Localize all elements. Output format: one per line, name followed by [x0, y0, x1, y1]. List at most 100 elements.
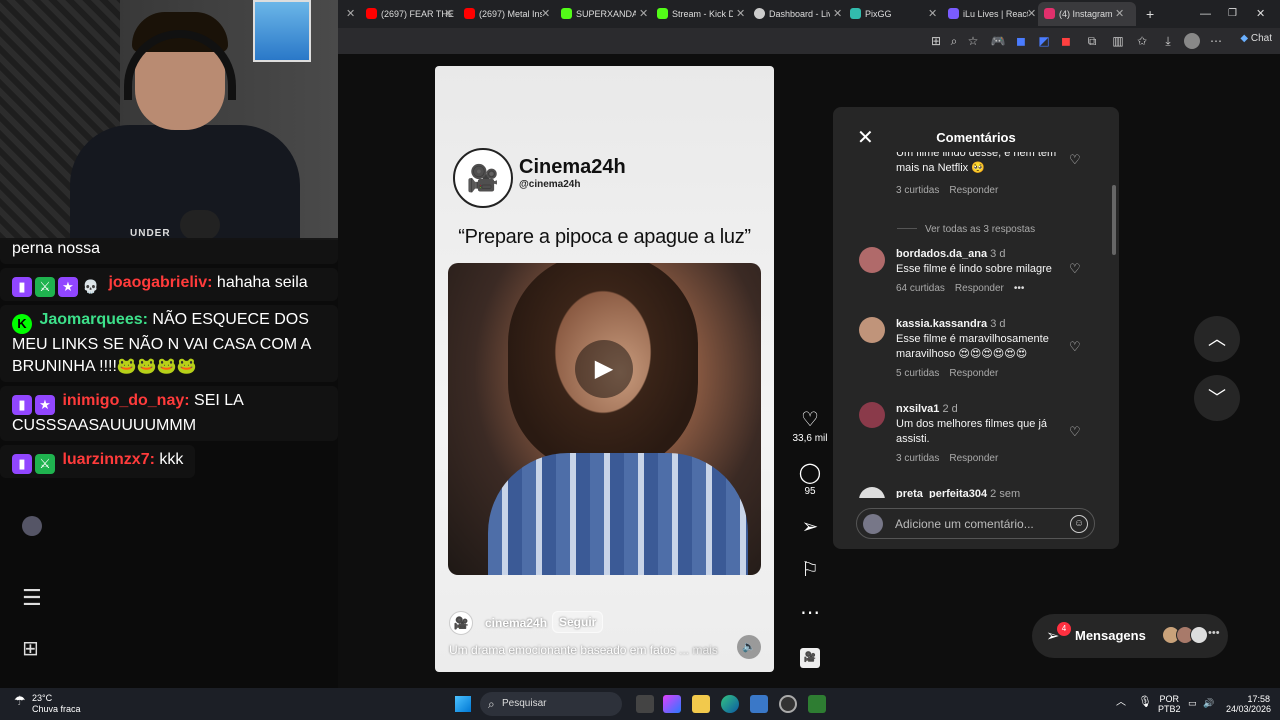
reel-video[interactable]: ▶	[448, 263, 761, 575]
more-options-button[interactable]: ⋯	[797, 602, 823, 624]
tab-close-icon[interactable]: ✕	[444, 4, 453, 24]
zoom-icon[interactable]: ⌕	[946, 33, 962, 49]
reel-card[interactable]: 🎥 Cinema24h @cinema24h “Prepare a pipoca…	[435, 66, 774, 672]
tab-close-icon[interactable]: ✕	[1027, 4, 1036, 24]
microphone-icon[interactable]: 🎙	[1138, 697, 1152, 708]
keyboard-layout: PTB2	[1158, 704, 1181, 714]
tab-close-icon[interactable]: ✕	[928, 4, 937, 24]
emoji-icon[interactable]: ☺	[1070, 515, 1088, 533]
tab-close-icon[interactable]: ✕	[346, 4, 358, 24]
obs-icon[interactable]	[779, 695, 797, 713]
extension-translate-icon[interactable]: ◩	[1036, 33, 1052, 49]
tab-kick-stream[interactable]: Stream - Kick Da	[657, 4, 733, 24]
favorites-icon[interactable]: ✩	[1134, 33, 1150, 49]
download-icon[interactable]: ⤓	[1160, 33, 1176, 49]
comment-avatar[interactable]	[859, 402, 885, 428]
caption-more-link[interactable]: ... mais	[679, 643, 718, 657]
reply-button[interactable]: Responder	[949, 368, 998, 379]
tab-instagram[interactable]: (4) Instagram ✕	[1038, 2, 1136, 26]
comment-avatar[interactable]	[859, 247, 885, 273]
tab-kick-superxandao[interactable]: SUPERXANDAO	[561, 4, 636, 24]
tab-youtube-metal[interactable]: (2697) Metal Ins	[464, 4, 542, 24]
keyboard-language[interactable]: POR PTB2	[1158, 694, 1181, 714]
extensions-puzzle-icon[interactable]: ⧉	[1084, 33, 1100, 49]
copilot-chat-button[interactable]: ◆ Chat	[1240, 33, 1272, 44]
comments-panel: ✕ Comentários Um filme lindo desse, e ne…	[833, 107, 1119, 549]
apps-grid-icon[interactable]: ⊞	[22, 636, 44, 660]
messages-button[interactable]: ➢ 4 Mensagens •••	[1032, 614, 1228, 658]
comment-input-box[interactable]: ☺	[856, 508, 1095, 539]
comment-username[interactable]: nxsilva1	[896, 403, 939, 415]
photos-app-icon[interactable]	[750, 695, 768, 713]
comment-username[interactable]: bordados.da_ana	[896, 248, 987, 260]
tab-close-icon[interactable]: ✕	[639, 4, 648, 24]
tab-pixgg[interactable]: PixGG	[850, 4, 920, 24]
network-icon[interactable]: ▭	[1188, 698, 1197, 708]
tab-close-icon[interactable]: ✕	[736, 4, 745, 24]
reel-author-avatar[interactable]: 🎥	[449, 611, 473, 635]
tab-dashboard[interactable]: Dashboard - Liv	[754, 4, 830, 24]
comment-heart-icon[interactable]: ♡	[1069, 424, 1081, 440]
reel-author-username[interactable]: cinema24h	[485, 616, 547, 630]
app-available-icon[interactable]: ⊞	[928, 33, 944, 49]
reply-button[interactable]: Responder	[955, 283, 1004, 294]
play-icon[interactable]: ▶	[575, 340, 633, 398]
next-reel-button[interactable]: ﹀	[1194, 375, 1240, 421]
maximize-button[interactable]: ❐	[1228, 4, 1237, 24]
reply-button[interactable]: Responder	[949, 185, 998, 196]
taskbar-search[interactable]: Pesquisar	[480, 692, 622, 716]
file-explorer-icon[interactable]	[692, 695, 710, 713]
view-replies-button[interactable]: Ver todas as 3 respostas	[897, 224, 1035, 235]
like-count: 33,6 mil	[792, 433, 828, 444]
comment-heart-icon[interactable]: ♡	[1069, 261, 1081, 277]
minimize-button[interactable]: —	[1200, 4, 1211, 24]
extension-red-icon[interactable]: ◼	[1058, 33, 1074, 49]
microphone	[180, 210, 220, 240]
comment-username[interactable]: preta_perfeita304	[896, 488, 987, 498]
tab-ilu-lives[interactable]: iLu Lives | React	[948, 4, 1028, 24]
previous-reel-button[interactable]: ︿	[1194, 316, 1240, 362]
comment-avatar[interactable]	[859, 317, 885, 343]
comment-heart-icon[interactable]: ♡	[1069, 339, 1081, 355]
comment-options-icon[interactable]: •••	[1014, 283, 1025, 294]
clock[interactable]: 17:58 24/03/2026	[1226, 694, 1271, 714]
tab-youtube-fear[interactable]: (2697) FEAR THE	[366, 4, 456, 24]
follow-button[interactable]: Seguir	[552, 611, 604, 633]
volume-icon[interactable]: 🔊	[1203, 698, 1214, 708]
save-button[interactable]: ⚐	[797, 559, 823, 581]
new-tab-button[interactable]: +	[1146, 4, 1154, 24]
weather-widget[interactable]: ☂ 23°C Chuva fraca	[14, 693, 81, 715]
profile-avatar[interactable]	[1184, 33, 1200, 49]
window-close-button[interactable]: ✕	[1256, 4, 1265, 24]
comment-username[interactable]: kassia.kassandra	[896, 318, 987, 330]
volume-icon[interactable]: 🔈	[737, 635, 761, 659]
extension-shield-icon[interactable]: ◼	[1013, 33, 1029, 49]
more-menu-icon[interactable]: ⋯	[1208, 33, 1224, 49]
like-button[interactable]: ♡ 33,6 mil	[792, 409, 827, 444]
tab-close-icon[interactable]: ✕	[541, 4, 550, 24]
reply-button[interactable]: Responder	[949, 453, 998, 464]
comment-button[interactable]: ◯ 95	[797, 462, 823, 497]
copilot-icon[interactable]	[663, 695, 681, 713]
tray-overflow-icon[interactable]: ︿	[1116, 698, 1126, 708]
tab-close-icon[interactable]: ✕	[1115, 8, 1124, 20]
task-view-icon[interactable]	[636, 695, 654, 713]
windows-start-icon[interactable]	[455, 696, 471, 712]
favorite-star-icon[interactable]: ☆	[965, 33, 981, 49]
comment-heart-icon[interactable]: ♡	[1069, 152, 1081, 168]
hamburger-menu-icon[interactable]: ☰	[22, 587, 44, 609]
comment-body: bordados.da_ana 3 d Esse filme é lindo s…	[896, 247, 1066, 277]
chat-text: perna nossa	[12, 240, 101, 257]
comments-list[interactable]: Um filme lindo desse, e nem tem mais na …	[833, 152, 1113, 498]
split-screen-icon[interactable]: ▥	[1110, 33, 1126, 49]
comment-avatar[interactable]	[859, 487, 885, 498]
tab-close-icon[interactable]: ✕	[833, 4, 842, 24]
comment-input[interactable]	[895, 515, 1065, 533]
unread-badge: 4	[1057, 622, 1071, 636]
comments-scrollbar[interactable]	[1112, 185, 1116, 255]
spreadsheet-app-icon[interactable]	[808, 695, 826, 713]
audio-thumbnail[interactable]: 🎥	[800, 648, 820, 668]
edge-browser-icon[interactable]	[721, 695, 739, 713]
extension-game-icon[interactable]: 🎮	[990, 33, 1006, 49]
share-button[interactable]: ➢	[797, 516, 823, 538]
